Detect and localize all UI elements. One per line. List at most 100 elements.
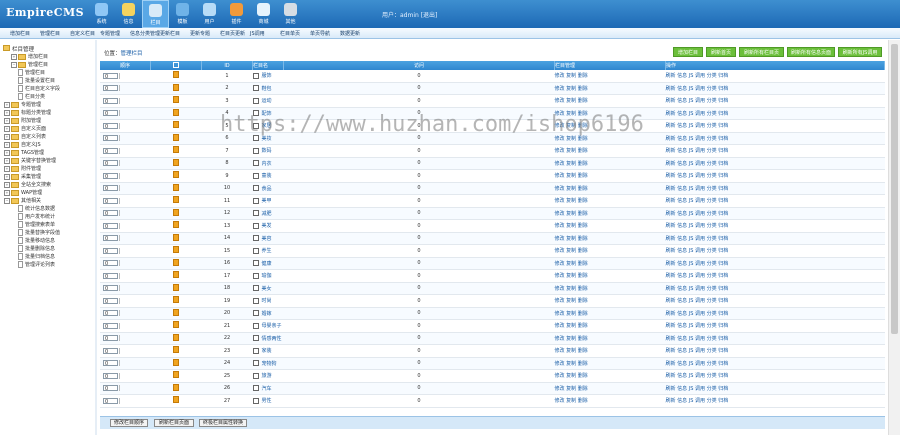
op-link[interactable]: 刷新 (666, 186, 676, 192)
op-link[interactable]: 刷新 (666, 136, 676, 142)
op-link[interactable]: 信息 (677, 398, 687, 404)
manage-link[interactable]: 删除 (578, 273, 588, 279)
manage-link[interactable]: 修改 (555, 348, 565, 354)
spinner-icon[interactable] (119, 322, 122, 329)
spinner-icon[interactable] (119, 122, 122, 129)
sidebar-item[interactable]: + 专题管理 (4, 101, 41, 108)
column-name-link[interactable]: 母婴亲子 (262, 323, 282, 329)
row-checkbox[interactable] (252, 97, 259, 104)
breadcrumb-link[interactable]: 管理栏目 (121, 51, 143, 57)
row-checkbox[interactable] (252, 347, 259, 354)
manage-link[interactable]: 删除 (578, 386, 588, 392)
spinner-icon[interactable] (119, 72, 122, 79)
op-link[interactable]: 分类 (707, 111, 717, 117)
column-name-link[interactable]: 运动 (262, 98, 272, 104)
manage-link[interactable]: 复制 (566, 161, 576, 167)
manage-link[interactable]: 复制 (566, 398, 576, 404)
sidebar-item[interactable]: 批量替换字段值 (18, 229, 60, 236)
expand-icon[interactable]: + (4, 173, 10, 180)
op-link[interactable]: 信息 (677, 348, 687, 354)
row-checkbox[interactable] (252, 372, 259, 379)
op-link[interactable]: 分类 (707, 248, 717, 254)
op-link[interactable]: 归档 (718, 348, 728, 354)
column-name-link[interactable]: 内衣 (262, 161, 272, 167)
sort-input[interactable]: 0 (103, 335, 118, 342)
op-link[interactable]: 调用 (695, 198, 705, 204)
row-checkbox[interactable] (252, 172, 259, 179)
op-link[interactable]: 分类 (707, 123, 717, 129)
sidebar-item[interactable]: 统计信息数据 (18, 205, 55, 212)
sort-input[interactable]: 0 (103, 272, 118, 280)
manage-link[interactable]: 复制 (566, 311, 576, 317)
manage-link[interactable]: 复制 (566, 323, 576, 329)
spinner-icon[interactable] (119, 160, 122, 166)
action-button[interactable]: 增加栏目 (673, 47, 703, 57)
spinner-icon[interactable] (119, 197, 122, 204)
op-link[interactable]: 归档 (718, 336, 728, 342)
manage-link[interactable]: 复制 (566, 336, 576, 342)
row-checkbox[interactable] (252, 222, 259, 229)
spinner-icon[interactable] (119, 297, 122, 304)
op-link[interactable]: 刷新 (666, 273, 676, 279)
op-link[interactable]: 信息 (677, 386, 687, 392)
op-link[interactable]: 信息 (677, 173, 687, 179)
expand-icon[interactable]: + (4, 165, 10, 172)
op-link[interactable]: 分类 (707, 311, 717, 317)
sidebar-item[interactable]: + 采集管理 (4, 173, 41, 180)
op-link[interactable]: JS (689, 286, 694, 292)
sidebar-splitter[interactable] (95, 40, 97, 435)
row-checkbox[interactable] (252, 310, 259, 317)
op-link[interactable]: 调用 (695, 236, 705, 242)
op-link[interactable]: JS (689, 273, 694, 279)
op-link[interactable]: 归档 (718, 386, 728, 392)
sort-input[interactable]: 0 (103, 247, 118, 255)
action-button[interactable]: 刷新所有栏目页 (739, 47, 784, 57)
op-link[interactable]: 信息 (677, 211, 687, 217)
collapse-icon[interactable]: − (11, 61, 17, 68)
op-link[interactable]: 分类 (707, 211, 717, 217)
sidebar-item[interactable]: 管理搜索表单 (18, 221, 55, 228)
manage-link[interactable]: 修改 (555, 86, 565, 92)
expand-icon[interactable]: + (4, 133, 10, 140)
column-name-link[interactable]: 汽车 (262, 386, 272, 392)
op-link[interactable]: JS (689, 323, 694, 329)
topnav-item[interactable]: 其他 (277, 0, 304, 28)
op-link[interactable]: 信息 (677, 198, 687, 204)
op-link[interactable]: 刷新 (666, 373, 676, 379)
column-name-link[interactable]: 瑜伽 (262, 273, 272, 279)
spinner-icon[interactable] (119, 235, 122, 241)
spinner-icon[interactable] (119, 247, 122, 254)
op-link[interactable]: 调用 (695, 273, 705, 279)
sidebar-item[interactable]: + 自定义页面 (4, 125, 46, 132)
op-link[interactable]: 信息 (677, 336, 687, 342)
op-link[interactable]: 调用 (695, 136, 705, 142)
sidebar-item[interactable]: 栏目分类 (18, 93, 45, 100)
expand-icon[interactable]: + (4, 181, 10, 188)
spinner-icon[interactable] (119, 347, 122, 354)
op-link[interactable]: 刷新 (666, 248, 676, 254)
manage-link[interactable]: 修改 (555, 398, 565, 404)
op-link[interactable]: JS (689, 211, 694, 217)
sidebar-item[interactable]: + 自定义列表 (4, 133, 46, 140)
op-link[interactable]: 刷新 (666, 311, 676, 317)
column-name-link[interactable]: 男性 (262, 398, 272, 404)
spinner-icon[interactable] (119, 397, 122, 404)
op-link[interactable]: 调用 (695, 223, 705, 229)
sidebar-item[interactable]: − 管理栏目 (11, 61, 48, 68)
manage-link[interactable]: 修改 (555, 298, 565, 304)
column-name-link[interactable]: 情感两性 (262, 336, 282, 342)
topnav-item[interactable]: 模板 (169, 0, 196, 28)
op-link[interactable]: 调用 (695, 286, 705, 292)
op-link[interactable]: 信息 (677, 86, 687, 92)
topnav-item[interactable]: 用户 (196, 0, 223, 28)
manage-link[interactable]: 删除 (578, 323, 588, 329)
manage-link[interactable]: 复制 (566, 298, 576, 304)
op-link[interactable]: 信息 (677, 298, 687, 304)
manage-link[interactable]: 删除 (578, 223, 588, 229)
sort-input[interactable]: 0 (103, 222, 118, 230)
column-name-link[interactable]: 健康 (262, 261, 272, 267)
subnav-item[interactable]: 栏目单页 (280, 30, 300, 37)
sort-input[interactable]: 0 (103, 285, 118, 292)
manage-link[interactable]: 复制 (566, 236, 576, 242)
op-link[interactable]: 信息 (677, 136, 687, 142)
